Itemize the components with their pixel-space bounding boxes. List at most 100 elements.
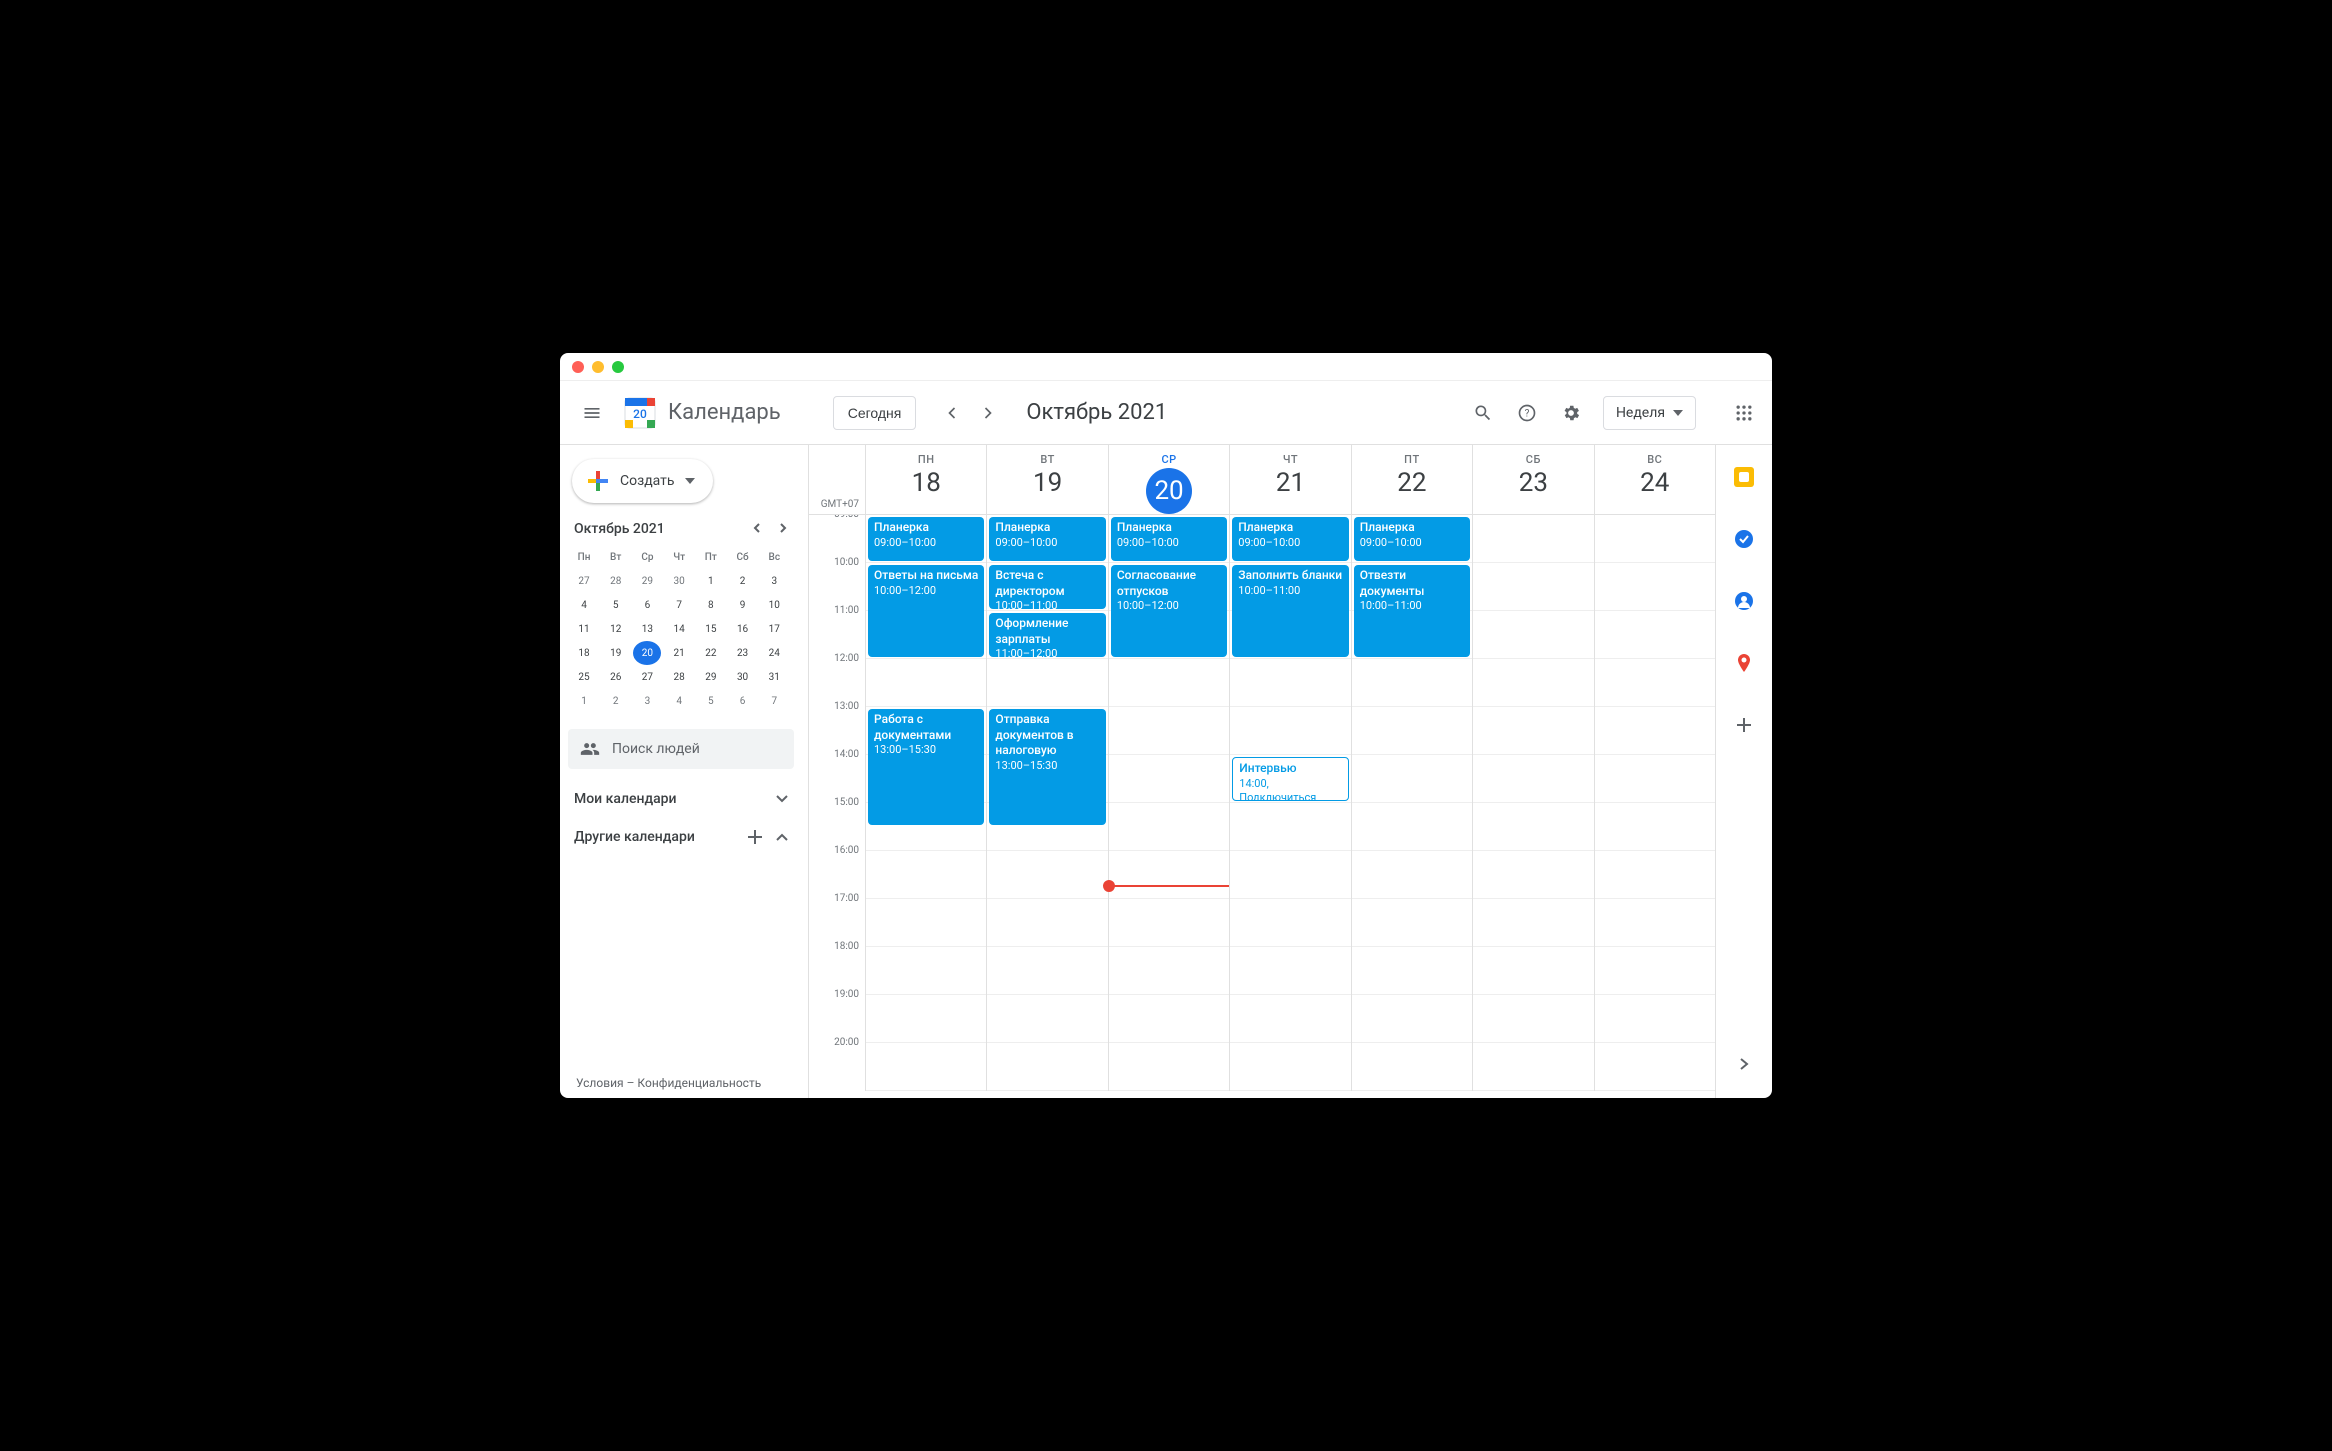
mini-day-cell[interactable]: 3 <box>760 569 788 593</box>
calendar-event[interactable]: Встеча с директором10:00–11:00 <box>989 565 1105 609</box>
mini-day-cell[interactable]: 3 <box>633 689 661 713</box>
mini-day-cell[interactable]: 18 <box>570 641 598 665</box>
hour-label: 13:00 <box>809 701 865 749</box>
mini-day-cell[interactable]: 28 <box>665 665 693 689</box>
mini-day-cell[interactable]: 24 <box>760 641 788 665</box>
mini-day-cell[interactable]: 9 <box>729 593 757 617</box>
mini-day-cell[interactable]: 15 <box>697 617 725 641</box>
mini-day-cell[interactable]: 29 <box>633 569 661 593</box>
mini-next-button[interactable] <box>778 521 788 537</box>
mini-day-cell[interactable]: 28 <box>602 569 630 593</box>
calendar-event[interactable]: Согласование отпусков10:00–12:00 <box>1111 565 1227 657</box>
mini-day-cell[interactable]: 6 <box>729 689 757 713</box>
contacts-button[interactable] <box>1724 581 1764 621</box>
minimize-window-button[interactable] <box>592 361 604 373</box>
calendar-event[interactable]: Планерка09:00–10:00 <box>1232 517 1348 561</box>
mini-day-cell[interactable]: 10 <box>760 593 788 617</box>
mini-day-cell[interactable]: 31 <box>760 665 788 689</box>
mini-day-cell[interactable]: 13 <box>633 617 661 641</box>
mini-day-cell[interactable]: 27 <box>570 569 598 593</box>
collapse-panel-button[interactable] <box>1724 1044 1764 1084</box>
next-week-button[interactable] <box>972 397 1004 429</box>
calendar-event[interactable]: Оформление зарплаты11:00–12:00 <box>989 613 1105 657</box>
google-apps-button[interactable] <box>1724 393 1764 433</box>
mini-day-cell[interactable]: 4 <box>665 689 693 713</box>
calendar-event[interactable]: Планерка09:00–10:00 <box>1111 517 1227 561</box>
day-column[interactable]: Планерка09:00–10:00Ответы на письма10:00… <box>865 515 986 1091</box>
mini-day-cell[interactable]: 30 <box>729 665 757 689</box>
day-header[interactable]: ПН18 <box>865 445 986 514</box>
mini-day-cell[interactable]: 5 <box>697 689 725 713</box>
close-window-button[interactable] <box>572 361 584 373</box>
mini-day-cell[interactable]: 1 <box>697 569 725 593</box>
mini-day-cell[interactable]: 4 <box>570 593 598 617</box>
calendar-event[interactable]: Работа с документами13:00–15:30 <box>868 709 984 825</box>
mini-day-cell[interactable]: 27 <box>633 665 661 689</box>
day-header[interactable]: ПТ22 <box>1351 445 1472 514</box>
mini-day-cell[interactable]: 2 <box>602 689 630 713</box>
mini-day-cell[interactable]: 30 <box>665 569 693 593</box>
tasks-button[interactable] <box>1724 519 1764 559</box>
today-button[interactable]: Сегодня <box>833 396 917 430</box>
hour-label: 16:00 <box>809 845 865 893</box>
maximize-window-button[interactable] <box>612 361 624 373</box>
maps-button[interactable] <box>1724 643 1764 683</box>
day-column[interactable]: Планерка09:00–10:00Согласование отпусков… <box>1108 515 1229 1091</box>
day-column[interactable]: Планерка09:00–10:00Встеча с директором10… <box>986 515 1107 1091</box>
mini-prev-button[interactable] <box>752 521 762 537</box>
calendar-event[interactable]: Ответы на письма10:00–12:00 <box>868 565 984 657</box>
mini-day-cell[interactable]: 22 <box>697 641 725 665</box>
mini-day-cell[interactable]: 11 <box>570 617 598 641</box>
mini-day-cell[interactable]: 14 <box>665 617 693 641</box>
my-calendars-section[interactable]: Мои календари <box>568 791 794 807</box>
mini-day-cell[interactable]: 5 <box>602 593 630 617</box>
mini-day-cell[interactable]: 7 <box>665 593 693 617</box>
day-header[interactable]: СР20 <box>1108 445 1229 514</box>
mini-day-cell[interactable]: 29 <box>697 665 725 689</box>
calendar-event[interactable]: Отвезти документы10:00–11:00 <box>1354 565 1470 657</box>
mini-day-cell[interactable]: 23 <box>729 641 757 665</box>
mini-day-cell[interactable]: 26 <box>602 665 630 689</box>
mini-day-cell[interactable]: 7 <box>760 689 788 713</box>
view-switcher[interactable]: Неделя <box>1603 396 1696 430</box>
mini-day-cell[interactable]: 19 <box>602 641 630 665</box>
mini-day-cell[interactable]: 1 <box>570 689 598 713</box>
search-button[interactable] <box>1463 393 1503 433</box>
day-header[interactable]: ЧТ21 <box>1229 445 1350 514</box>
mini-day-cell[interactable]: 12 <box>602 617 630 641</box>
calendar-event[interactable]: Отправка документов в налоговую13:00–15:… <box>989 709 1105 825</box>
day-column[interactable]: Планерка09:00–10:00Заполнить бланки10:00… <box>1229 515 1350 1091</box>
sidebar-footer[interactable]: Условия – Конфиденциальность <box>568 1068 794 1098</box>
day-column[interactable] <box>1594 515 1715 1091</box>
main-menu-button[interactable] <box>568 389 616 437</box>
day-column[interactable]: Планерка09:00–10:00Отвезти документы10:0… <box>1351 515 1472 1091</box>
calendar-event[interactable]: Планерка09:00–10:00 <box>1354 517 1470 561</box>
day-header[interactable]: ВТ19 <box>986 445 1107 514</box>
prev-week-button[interactable] <box>936 397 968 429</box>
mini-day-cell[interactable]: 8 <box>697 593 725 617</box>
calendar-event[interactable]: Планерка09:00–10:00 <box>868 517 984 561</box>
add-addon-button[interactable] <box>1724 705 1764 745</box>
mini-day-cell[interactable]: 17 <box>760 617 788 641</box>
help-button[interactable]: ? <box>1507 393 1547 433</box>
plus-icon[interactable] <box>748 830 762 844</box>
people-search-input[interactable]: Поиск людей <box>568 729 794 769</box>
mini-day-cell[interactable]: 16 <box>729 617 757 641</box>
mini-day-cell[interactable]: 20 <box>633 641 661 665</box>
day-header[interactable]: СБ23 <box>1472 445 1593 514</box>
keep-button[interactable] <box>1724 457 1764 497</box>
calendar-grid-scroll[interactable]: 09:0010:0011:0012:0013:0014:0015:0016:00… <box>809 515 1715 1098</box>
calendar-event[interactable]: Планерка09:00–10:00 <box>989 517 1105 561</box>
day-number: 19 <box>987 468 1107 498</box>
mini-day-cell[interactable]: 2 <box>729 569 757 593</box>
mini-day-cell[interactable]: 25 <box>570 665 598 689</box>
day-header[interactable]: ВС24 <box>1594 445 1715 514</box>
calendar-event[interactable]: Заполнить бланки10:00–11:00 <box>1232 565 1348 657</box>
create-button[interactable]: Создать <box>572 459 713 503</box>
settings-button[interactable] <box>1551 393 1591 433</box>
other-calendars-section[interactable]: Другие календари <box>568 829 794 845</box>
mini-day-cell[interactable]: 6 <box>633 593 661 617</box>
calendar-event[interactable]: Интервью14:00, Подключиться <box>1232 757 1348 801</box>
day-column[interactable] <box>1472 515 1593 1091</box>
mini-day-cell[interactable]: 21 <box>665 641 693 665</box>
